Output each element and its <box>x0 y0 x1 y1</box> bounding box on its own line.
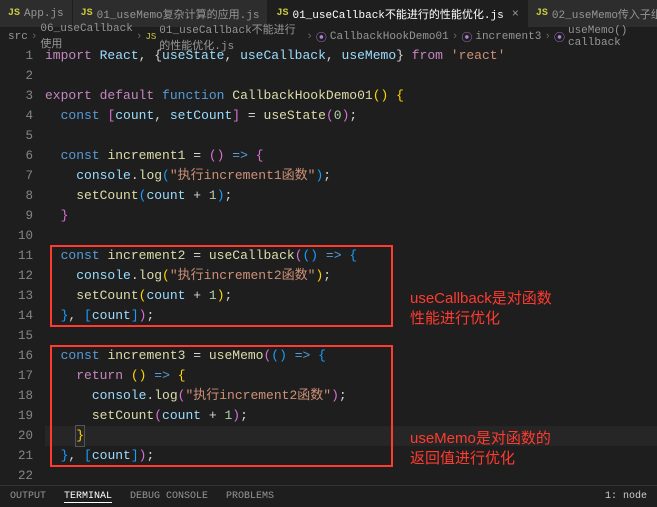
code-editor[interactable]: 1234567891011121314151617181920212223 im… <box>0 46 657 506</box>
crumb[interactable]: CallbackHookDemo01 <box>330 31 449 43</box>
tab-label: App.js <box>24 8 64 20</box>
js-icon: JS <box>8 8 20 19</box>
js-icon: JS <box>536 8 548 19</box>
line-numbers: 1234567891011121314151617181920212223 <box>0 46 45 506</box>
function-icon: ⦿ <box>554 29 565 45</box>
function-icon: ⦿ <box>316 29 327 45</box>
tab-usecallback[interactable]: JS 01_useCallback不能进行的性能优化.js × <box>268 0 527 27</box>
tab-label: 01_useCallback不能进行的性能优化.js <box>292 6 503 22</box>
bottom-panel-tabs: OUTPUT TERMINAL DEBUG CONSOLE PROBLEMS 1… <box>0 485 657 507</box>
panel-tab-debug[interactable]: DEBUG CONSOLE <box>130 491 208 502</box>
panel-tab-output[interactable]: OUTPUT <box>10 491 46 502</box>
annotation-usememo: useMemo是对函数的 返回值进行优化 <box>410 429 551 468</box>
crumb[interactable]: increment3 <box>475 31 541 43</box>
chevron-right-icon: › <box>544 31 551 43</box>
chevron-right-icon: › <box>136 31 143 43</box>
close-icon[interactable]: × <box>512 7 519 21</box>
js-icon: JS <box>145 32 156 42</box>
chevron-right-icon: › <box>306 31 313 43</box>
panel-tab-problems[interactable]: PROBLEMS <box>226 491 274 502</box>
breadcrumb: src › 06_useCallback使用 › JS 01_useCallba… <box>0 28 657 46</box>
chevron-right-icon: › <box>452 31 459 43</box>
tab-label: 02_useMemo传入子组件应用类型 <box>552 6 657 22</box>
crumb[interactable]: src <box>8 31 28 43</box>
annotation-usecallback: useCallback是对函数 性能进行优化 <box>410 289 552 328</box>
chevron-right-icon: › <box>31 31 38 43</box>
tab-label: 01_useMemo复杂计算的应用.js <box>97 6 260 22</box>
js-icon: JS <box>81 8 93 19</box>
tab-usememo2[interactable]: JS 02_useMemo传入子组件应用类型 <box>528 0 657 27</box>
js-icon: JS <box>276 8 288 19</box>
panel-tab-terminal[interactable]: TERMINAL <box>64 491 112 503</box>
function-icon: ⦿ <box>461 29 472 45</box>
terminal-selector[interactable]: 1: node <box>605 491 647 502</box>
code-content[interactable]: import React, {useState, useCallback, us… <box>45 46 657 506</box>
